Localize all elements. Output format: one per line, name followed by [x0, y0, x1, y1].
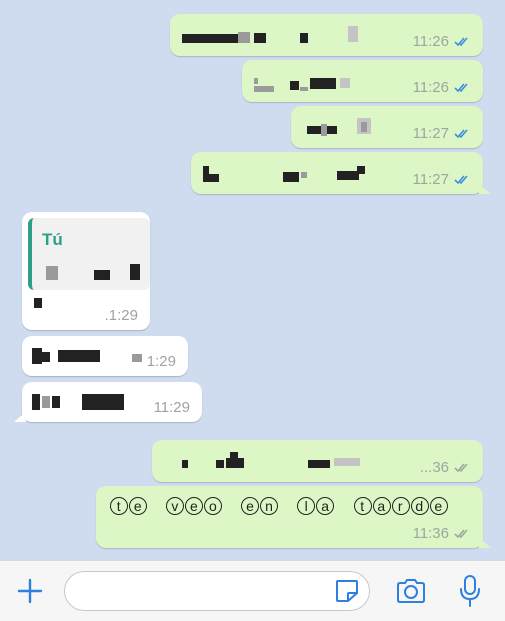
reply-sender-name: Tú — [42, 230, 63, 249]
camera-icon[interactable] — [394, 574, 428, 608]
message-time: 11:27 — [412, 125, 449, 142]
quoted-reply[interactable]: Tú — [28, 218, 150, 290]
message-meta: 11:36 — [413, 525, 471, 542]
message-time: .1:29 — [104, 307, 138, 324]
message-time: 11:29 — [153, 399, 190, 416]
read-receipt-icon — [454, 129, 468, 139]
delivered-receipt-icon — [454, 529, 468, 539]
message-input-bar — [0, 560, 505, 621]
read-receipt-icon — [454, 175, 468, 185]
message-meta: 11:27 — [413, 125, 471, 142]
message-incoming[interactable]: 1:29 — [22, 336, 188, 376]
read-receipt-icon — [454, 37, 468, 47]
message-outgoing[interactable]: te veo en la tarde 11:36 — [96, 486, 491, 548]
microphone-icon[interactable] — [454, 573, 486, 609]
delivered-receipt-icon — [454, 463, 468, 473]
message-outgoing[interactable]: 11:27 — [291, 106, 483, 148]
message-meta: 11:26 — [413, 79, 471, 96]
chat-area: 11:26 11:26 11:27 11:27 Tú .1:29 1:29 11… — [0, 0, 505, 560]
message-incoming[interactable]: Tú .1:29 — [22, 212, 150, 330]
message-outgoing[interactable]: 11:26 — [170, 14, 483, 56]
message-meta: 11:27 — [413, 171, 471, 188]
message-time: ...36 — [419, 459, 449, 476]
message-input[interactable] — [64, 571, 370, 611]
sticker-icon[interactable] — [333, 577, 361, 605]
message-meta: ...36 — [420, 459, 471, 476]
message-meta: 11:29 — [154, 399, 190, 416]
message-time: 11:26 — [412, 79, 449, 96]
message-meta: 11:26 — [413, 33, 471, 50]
message-incoming[interactable]: 11:29 — [14, 382, 202, 422]
message-time: 11:27 — [412, 171, 449, 188]
message-text: te veo en la tarde — [110, 494, 449, 517]
plus-icon[interactable] — [14, 575, 46, 607]
read-receipt-icon — [454, 83, 468, 93]
message-time: 1:29 — [146, 353, 176, 370]
message-time: 11:36 — [412, 525, 449, 542]
message-meta: 1:29 — [147, 353, 176, 370]
message-time: 11:26 — [412, 33, 449, 50]
message-outgoing[interactable]: 11:26 — [242, 60, 483, 102]
message-outgoing[interactable]: 11:27 — [191, 152, 491, 194]
message-meta: .1:29 — [105, 307, 138, 324]
message-outgoing[interactable]: ...36 — [152, 440, 483, 482]
